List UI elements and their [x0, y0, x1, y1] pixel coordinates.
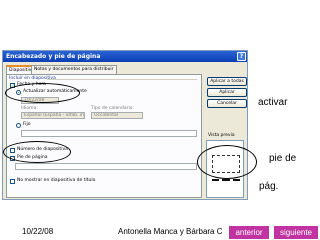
date-time-checkbox[interactable]: ✓ [10, 83, 15, 88]
footer-checkbox[interactable]: ✓ [10, 156, 15, 161]
fixed-radio[interactable] [16, 123, 21, 128]
preview-footer-bar [222, 179, 230, 181]
language-select[interactable]: Español (España - alfab. internacional) [21, 112, 85, 119]
fixed-date-input[interactable] [21, 130, 197, 137]
dialog-title: Encabezado y pie de página [6, 53, 101, 60]
prev-button[interactable]: anterior [229, 226, 269, 239]
preview-number-bar [233, 179, 240, 181]
footer-label: Pie de página [17, 155, 48, 160]
help-icon[interactable]: ? [237, 52, 246, 61]
footer-date: 10/22/08 [22, 227, 54, 236]
auto-update-label: Actualizar automáticamente [23, 89, 87, 94]
preview-date-bar [212, 179, 219, 181]
fixed-label: Fijo [23, 122, 31, 127]
cancel-button[interactable]: Cancelar [207, 99, 247, 108]
note-pie-de: pie de [269, 153, 297, 164]
auto-date-select[interactable]: 10/22/08 [21, 97, 59, 104]
note-activar: activar [258, 97, 288, 108]
tab-panel: Incluir en diapositiva ✓ Fecha y hora Ac… [6, 74, 202, 198]
footer-text-input[interactable] [15, 163, 197, 170]
section-divider [47, 79, 197, 80]
calendar-select[interactable]: Occidental [91, 112, 143, 119]
note-pag: pág. [259, 181, 279, 192]
dialog-titlebar: Encabezado y pie de página ? [3, 51, 247, 62]
date-time-label: Fecha y hora [17, 82, 46, 87]
slide-number-checkbox[interactable] [10, 148, 15, 153]
tab-notas[interactable]: Notas y documentos para distribuir [31, 65, 117, 74]
preview-body-box [212, 155, 240, 173]
preview-thumbnail [206, 140, 244, 198]
auto-update-radio[interactable] [16, 90, 21, 95]
title-slide-label: No mostrar en diapositiva de título [17, 178, 96, 183]
apply-all-button[interactable]: Aplicar a todas [207, 77, 247, 86]
apply-button[interactable]: Aplicar [207, 88, 247, 97]
next-button[interactable]: siguiente [274, 226, 318, 239]
slide-number-label: Número de diapositiva [17, 147, 68, 152]
footer-author: Antonella Manca y Bárbara Callegari [118, 227, 222, 236]
title-slide-checkbox[interactable] [10, 179, 15, 184]
preview-label: Vista previa [208, 133, 235, 138]
